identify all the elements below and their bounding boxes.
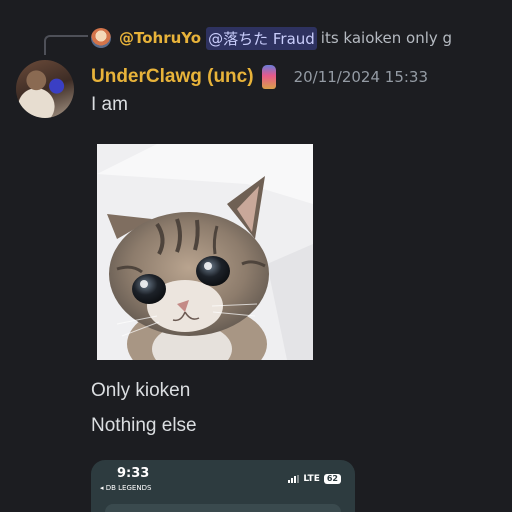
reply-preview[interactable]: @TohruYo @落ちた Fraud its kaioken only g [91,24,452,52]
battery-icon: 62 [323,474,341,484]
network-label: LTE [303,474,320,484]
reply-author-avatar[interactable] [91,28,111,48]
screenshot-clock: 9:33 [117,466,150,481]
message-header: UnderClawg (unc) 20/11/2024 15:33 [91,62,428,92]
author-avatar[interactable] [16,60,74,118]
reply-author-name[interactable]: @TohruYo [119,29,201,47]
screenshot-status-bar: LTE 62 [288,474,341,484]
signal-icon [288,475,300,483]
message-timestamp[interactable]: 20/11/2024 15:33 [294,68,428,86]
screenshot-back-label: ◂ DB LEGENDS [100,484,152,492]
message-text: Only kioken [91,380,191,401]
reply-text[interactable]: its kaioken only g [321,29,452,47]
kitten-image[interactable] [97,144,313,360]
reply-connector [44,35,88,55]
author-username[interactable]: UnderClawg (unc) [91,66,254,88]
screenshot-search-bar [105,504,341,512]
message-text: I am [91,94,128,115]
role-icon[interactable] [261,65,276,89]
screenshot-attachment[interactable]: 9:33 ◂ DB LEGENDS LTE 62 [91,460,355,512]
message-text: Nothing else [91,415,197,436]
reply-mention[interactable]: @落ちた Fraud [206,26,317,50]
kitten-illustration [97,144,313,360]
chat-view: @TohruYo @落ちた Fraud its kaioken only g U… [0,0,512,512]
